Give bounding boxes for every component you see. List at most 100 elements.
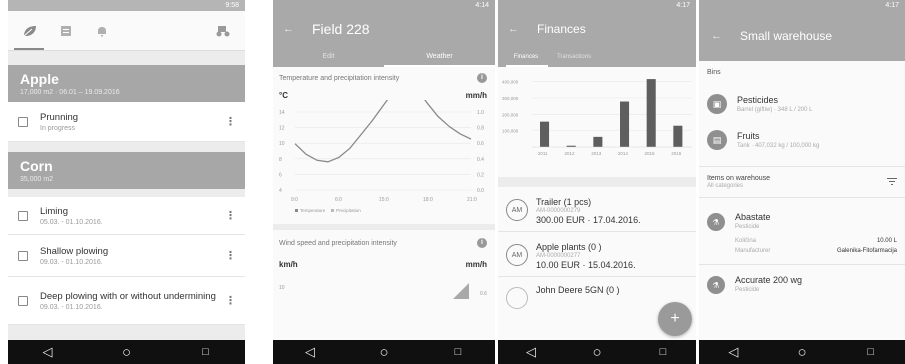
- bin-name: Pesticides: [737, 95, 779, 105]
- more-options-icon[interactable]: ⋮: [225, 209, 236, 222]
- task-row[interactable]: Shallow plowing 09.03. - 01.10.2016. ⋮: [8, 235, 245, 277]
- leaf-icon[interactable]: [16, 17, 44, 45]
- more-options-icon[interactable]: ⋮: [225, 249, 236, 262]
- items-category-filter: All categories: [707, 183, 744, 189]
- task-row[interactable]: Liming 05.03. - 01.10.2016. ⋮: [8, 197, 245, 235]
- wind-chart-partial: 10 0.6: [279, 283, 487, 299]
- active-tab-indicator: [506, 65, 548, 67]
- x-tick-label: 2015: [645, 151, 656, 156]
- y-tick-label: 400,000: [502, 80, 519, 85]
- tractor-icon[interactable]: [209, 17, 237, 45]
- warehouse-item-row[interactable]: ⚗ Accurate 200 wg Pesticide: [699, 269, 905, 300]
- crop-title: Corn: [20, 158, 53, 174]
- flask-icon: ⚗: [707, 213, 725, 231]
- item-category: Pesticide: [735, 287, 760, 293]
- crop-group-header[interactable]: Apple 17,000 m2 · 06.01 – 19.09.2016: [8, 65, 245, 102]
- items-header: Items on warehouse All categories: [699, 173, 905, 191]
- svg-text:10: 10: [279, 285, 285, 291]
- task-checkbox[interactable]: [18, 295, 28, 306]
- bin-capacity: Tank · 407,032 kg / 100,000 kg: [737, 143, 820, 149]
- crop-group-header[interactable]: Corn 35,000 m2: [8, 152, 245, 189]
- task-dates: 09.03. - 01.10.2016.: [40, 303, 103, 311]
- phone-finances: 4:17 ← Finances Finances Transactions 40…: [498, 0, 696, 364]
- more-options-icon[interactable]: ⋮: [225, 115, 236, 128]
- task-checkbox[interactable]: [18, 250, 28, 261]
- tab-bar: Finances Transactions: [498, 47, 696, 67]
- home-nav-icon[interactable]: ○: [582, 344, 612, 361]
- notes-icon[interactable]: [52, 17, 80, 45]
- chart-card-header: Temperature and precipitation intensity …: [273, 67, 495, 85]
- tank-icon: ▤: [707, 130, 727, 150]
- legend-label: Temperature: [300, 208, 326, 213]
- tab-weather[interactable]: Weather: [384, 47, 495, 67]
- item-quantity-value: 10.00 L: [876, 238, 897, 244]
- task-name: Deep plowing with or without undermining: [40, 290, 216, 302]
- transaction-row[interactable]: AM Apple plants (0 ) AM-0000000277 10.00…: [498, 232, 696, 277]
- status-bar: 4:17: [699, 0, 905, 11]
- back-nav-icon[interactable]: ◁: [295, 344, 325, 360]
- y-tick-right: 0.6: [477, 141, 484, 147]
- bar: [620, 101, 630, 147]
- y-tick-left: 14: [279, 110, 285, 116]
- items-section-label: Items on warehouse: [707, 175, 771, 182]
- back-nav-icon[interactable]: ◁: [516, 344, 546, 360]
- info-icon[interactable]: i: [477, 238, 487, 248]
- status-bar: 4:17: [498, 0, 696, 11]
- filter-icon[interactable]: [887, 178, 897, 186]
- home-nav-icon[interactable]: ○: [112, 344, 142, 361]
- bar: [673, 125, 683, 147]
- back-nav-icon[interactable]: ◁: [718, 344, 748, 360]
- y-tick-left: 6: [279, 172, 282, 178]
- back-arrow-icon[interactable]: ←: [283, 23, 294, 35]
- task-row[interactable]: Prunning In progress ⋮: [8, 102, 245, 142]
- recents-nav-icon[interactable]: □: [648, 346, 678, 358]
- y-tick-left: 8: [279, 157, 282, 163]
- card-separator: [498, 177, 696, 187]
- page-title: Finances: [537, 22, 586, 36]
- x-tick-label: 2013: [591, 151, 602, 156]
- task-checkbox[interactable]: [18, 116, 28, 127]
- y-tick-right: 1.0: [477, 110, 484, 116]
- crop-title: Apple: [20, 71, 59, 87]
- chart-units: km/h mm/h: [273, 250, 495, 269]
- task-row[interactable]: Deep plowing with or without undermining…: [8, 277, 245, 325]
- x-tick-label: 2012: [565, 151, 576, 156]
- right-axis-unit: mm/h: [465, 260, 487, 269]
- home-nav-icon[interactable]: ○: [787, 344, 817, 361]
- home-nav-icon[interactable]: ○: [369, 344, 399, 361]
- bin-row[interactable]: ▤ Fruits Tank · 407,032 kg / 100,000 kg: [699, 120, 905, 156]
- y-tick-left: 4: [279, 188, 282, 194]
- warehouse-item-row[interactable]: ⚗ Abastate Pesticide Količina 10.00 L Ma…: [699, 204, 905, 260]
- x-tick-label: 18:0: [423, 197, 433, 203]
- bar: [646, 79, 656, 147]
- x-tick-label: 2016: [671, 151, 682, 156]
- add-button[interactable]: +: [658, 302, 692, 336]
- recents-nav-icon[interactable]: □: [191, 346, 221, 358]
- more-options-icon[interactable]: ⋮: [225, 294, 236, 307]
- tab-finances[interactable]: Finances: [502, 47, 550, 67]
- recents-nav-icon[interactable]: □: [856, 346, 886, 358]
- recents-nav-icon[interactable]: □: [443, 346, 473, 358]
- bell-icon[interactable]: [88, 17, 116, 45]
- legend-swatch-precipitation: [331, 209, 334, 212]
- app-bar: ← Finances: [498, 11, 696, 47]
- task-dates: 05.03. - 01.10.2016.: [40, 218, 103, 226]
- tab-transactions[interactable]: Transactions: [550, 47, 598, 67]
- bin-row[interactable]: ▣ Pesticides Barrel (giftiw) · 348 L / 2…: [699, 80, 905, 120]
- y-tick-label: 200,000: [502, 112, 519, 117]
- top-tab-bar: [8, 11, 245, 51]
- info-icon[interactable]: i: [477, 73, 487, 83]
- transaction-name: John Deere 5GN (0 ): [536, 285, 620, 295]
- transaction-row[interactable]: AM Trailer (1 pcs) AM-0000000279 300.00 …: [498, 187, 696, 232]
- item-name: Accurate 200 wg: [735, 275, 803, 285]
- back-arrow-icon[interactable]: ←: [711, 30, 722, 42]
- item-manufacturer-label: Manufacturer: [735, 248, 771, 254]
- bin-capacity: Barrel (giftiw) · 348 L / 200 L: [737, 107, 813, 113]
- page-title: Field 228: [312, 21, 370, 37]
- task-checkbox[interactable]: [18, 210, 28, 221]
- avatar: AM: [506, 244, 528, 266]
- back-nav-icon[interactable]: ◁: [33, 344, 63, 360]
- tab-edit[interactable]: Edit: [273, 47, 384, 67]
- transaction-amount: 300.00 EUR · 17.04.2016.: [536, 215, 641, 225]
- back-arrow-icon[interactable]: ←: [508, 23, 519, 35]
